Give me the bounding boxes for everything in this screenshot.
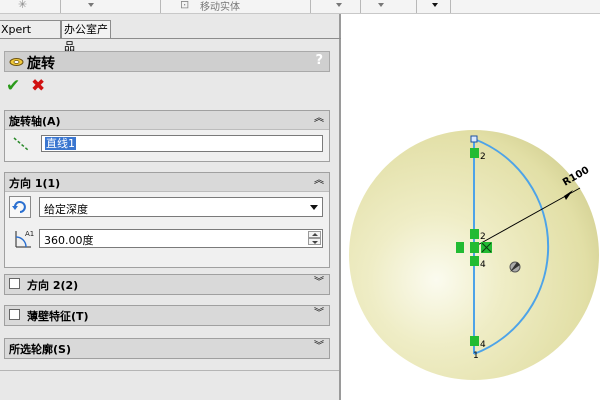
thin-feature-group: 薄壁特征(T) ︾ <box>4 305 330 326</box>
axis-of-revolution-group: 旋转轴(A) ︽ 直线1 <box>4 110 330 162</box>
thin-feature-header[interactable]: 薄壁特征(T) ︾ <box>5 306 329 325</box>
feature-title: 旋转 <box>27 56 55 72</box>
axis-group-header[interactable]: 旋转轴(A) ︽ <box>5 111 329 130</box>
selected-contours-title: 所选轮廓(S) <box>9 343 71 356</box>
toolbar-star-icon[interactable]: ✳ <box>18 0 27 11</box>
tab-label: Xpert <box>1 23 32 36</box>
relation-marker <box>456 242 464 253</box>
reverse-direction-icon <box>12 201 26 213</box>
ok-button[interactable]: ✔ <box>6 78 22 95</box>
toolbar-separator <box>416 0 417 13</box>
direction1-title: 方向 1(1) <box>9 177 61 190</box>
solidworks-window: ✳ ⊡ 移动实体 Xpert 办公室产品 旋转 ? ✔ ✖ 旋转轴(A) ︽ 直… <box>0 0 600 400</box>
direction1-header[interactable]: 方向 1(1) ︽ <box>5 173 329 192</box>
relation-marker <box>470 229 479 239</box>
help-icon[interactable]: ? <box>315 53 323 68</box>
panel-divider <box>0 370 339 371</box>
revolve-icon <box>9 58 24 66</box>
end-condition-select[interactable]: 给定深度 <box>39 197 323 217</box>
toolbar-separator <box>360 0 361 13</box>
thin-feature-checkbox[interactable] <box>9 309 20 320</box>
angle-icon: A1 <box>15 230 34 248</box>
end-condition-value: 给定深度 <box>44 203 88 216</box>
direction1-group: 方向 1(1) ︽ 给定深度 A1 360.00度 <box>4 172 330 268</box>
move-body-label[interactable]: 移动实体 <box>200 0 240 13</box>
relation-label: 4 <box>480 340 486 350</box>
direction2-header[interactable]: 方向 2(2) ︾ <box>5 275 329 294</box>
cancel-button[interactable]: ✖ <box>31 78 47 95</box>
expand-icon[interactable]: ︾ <box>313 278 325 290</box>
selected-contours-header[interactable]: 所选轮廓(S) ︾ <box>5 339 329 358</box>
relation-marker <box>470 256 479 266</box>
relation-marker <box>470 148 479 158</box>
angle-spinner[interactable] <box>308 231 321 246</box>
chevron-down-icon[interactable] <box>310 205 318 210</box>
thin-feature-title: 薄壁特征(T) <box>27 310 89 323</box>
rotate-cursor-icon <box>509 261 521 273</box>
relation-label: 4 <box>480 260 486 270</box>
top-toolbar: ✳ ⊡ 移动实体 <box>0 0 600 14</box>
toolbar-dropdown-arrow-icon[interactable] <box>432 3 438 7</box>
axis-selection-value: 直线1 <box>45 137 76 150</box>
tab-xpert[interactable]: Xpert <box>0 20 61 39</box>
relation-label: 2 <box>480 232 486 242</box>
axis-line-icon <box>13 137 29 151</box>
toolbar-dropdown-arrow-icon[interactable] <box>88 3 94 7</box>
panel-tabs: Xpert 办公室产品 <box>0 20 341 53</box>
model-preview[interactable]: R100 2 2 4 4 1 <box>343 14 600 400</box>
direction2-group: 方向 2(2) ︾ <box>4 274 330 295</box>
spin-up-button[interactable] <box>308 231 321 238</box>
relation-label: 2 <box>480 152 486 162</box>
toolbar-separator <box>160 0 161 13</box>
toolbar-separator <box>310 0 311 13</box>
relation-marker <box>470 242 479 253</box>
expand-icon[interactable]: ︾ <box>313 309 325 321</box>
direction2-title: 方向 2(2) <box>27 279 79 292</box>
collapse-icon[interactable]: ︽ <box>313 114 325 126</box>
feature-header: 旋转 ? <box>4 51 330 72</box>
move-body-icon[interactable]: ⊡ <box>180 0 189 11</box>
graphics-viewport[interactable]: R100 2 2 4 4 1 <box>343 14 600 400</box>
toolbar-separator <box>60 0 61 13</box>
tab-office-products[interactable]: 办公室产品 <box>61 20 111 53</box>
collapse-icon[interactable]: ︽ <box>313 176 325 188</box>
spin-down-button[interactable] <box>308 238 321 245</box>
property-manager-panel: Xpert 办公室产品 旋转 ? ✔ ✖ 旋转轴(A) ︽ 直线1 方向 1(1… <box>0 14 341 400</box>
expand-icon[interactable]: ︾ <box>313 342 325 354</box>
sketch-endpoint[interactable] <box>470 135 478 143</box>
relation-label: 1 <box>473 351 479 361</box>
toolbar-dropdown-arrow-icon[interactable] <box>336 3 342 7</box>
toolbar-dropdown-arrow-icon[interactable] <box>378 3 384 7</box>
axis-group-title: 旋转轴(A) <box>9 115 61 128</box>
tab-divider <box>0 38 341 39</box>
reverse-direction-button[interactable] <box>9 196 31 218</box>
svg-text:A1: A1 <box>25 230 34 238</box>
angle-value: 360.00度 <box>44 234 94 247</box>
axis-selection-field[interactable]: 直线1 <box>41 135 323 152</box>
toolbar-separator <box>450 0 451 13</box>
relation-marker <box>470 336 479 346</box>
angle-input[interactable]: 360.00度 <box>39 229 323 248</box>
selected-contours-group: 所选轮廓(S) ︾ <box>4 338 330 359</box>
direction2-checkbox[interactable] <box>9 278 20 289</box>
